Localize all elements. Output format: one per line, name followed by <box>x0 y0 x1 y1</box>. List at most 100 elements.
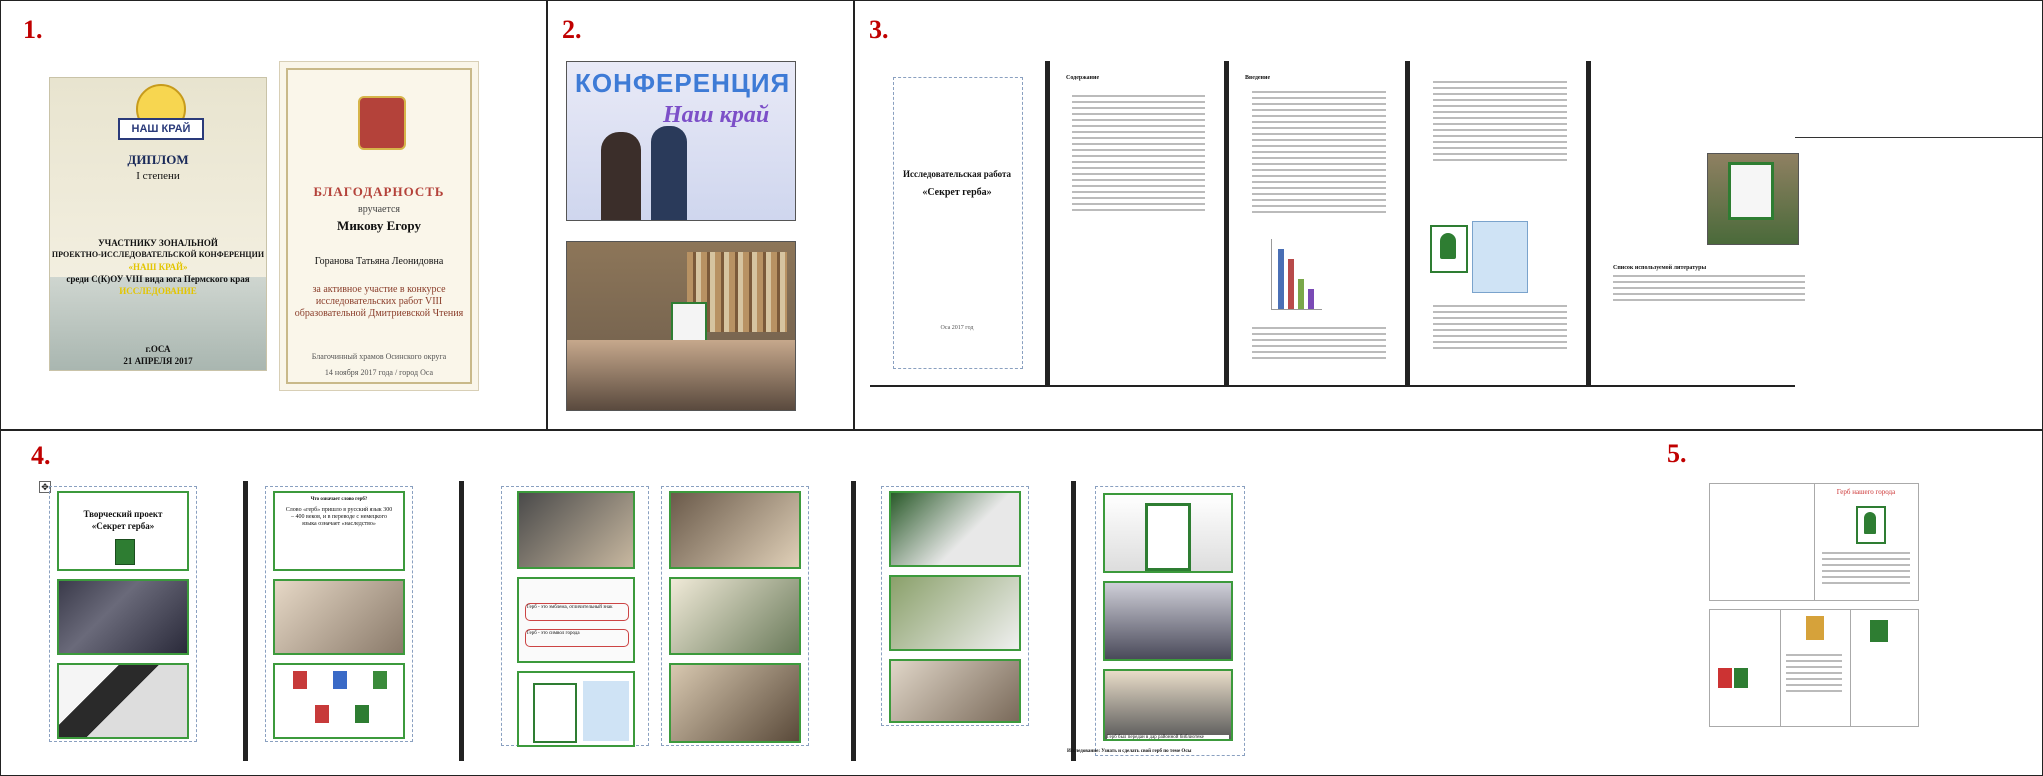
gratitude-dean: Благочинный храмов Осинского округа <box>311 352 447 361</box>
diploma-line3: «НАШ КРАЙ» <box>128 262 188 272</box>
gratitude-date: 14 ноября 2017 года / город Оса <box>324 368 434 377</box>
poster-top-lines <box>1822 548 1910 588</box>
diploma-line2: ПРОЕКТНО-ИССЛЕДОВАТЕЛЬСКОЙ КОНФЕРЕНЦИИ <box>51 250 265 259</box>
crest-5 <box>355 705 369 723</box>
diploma-line4: среди С(К)ОУ VIII вида юга Пермского кра… <box>66 274 250 284</box>
diploma-degree: I степени <box>136 170 180 182</box>
research-intro-page: Введение <box>1231 61 1403 385</box>
slide-crest-photo[interactable] <box>1103 493 1233 573</box>
poster-top: Герб нашего города <box>1709 483 1919 601</box>
person-boy <box>651 126 687 220</box>
slide-photos-8[interactable] <box>889 491 1021 567</box>
slide-crests[interactable] <box>273 663 405 739</box>
slide-divider <box>1071 481 1076 761</box>
literature-lines <box>1613 271 1805 305</box>
slide-crest-large[interactable] <box>517 671 635 747</box>
literature-divider <box>1795 137 2042 138</box>
bar-3 <box>1298 279 1304 309</box>
project-subtitle: «Секрет герба» <box>91 521 155 531</box>
gratitude-teacher: Горанова Татьяна Леонидовна <box>314 256 444 267</box>
page-divider <box>1405 61 1410 385</box>
panel-project-slides: 4. 5. ✥ Творческий проект «Секрет герба»… <box>0 430 2043 776</box>
slide-photos-2[interactable] <box>57 663 189 739</box>
diploma-title: ДИПЛОМ <box>127 152 189 167</box>
info-box <box>1472 221 1528 293</box>
large-crest-icon <box>533 683 577 743</box>
page-strip-bottom-line <box>870 385 1795 387</box>
diploma-line5: ИССЛЕДОВАНИЕ <box>119 286 197 296</box>
conference-banner: КОНФЕРЕНЦИЯ <box>575 68 791 98</box>
conference-banner-2: Наш край <box>663 102 770 128</box>
slide-divider <box>243 481 248 761</box>
diploma-line1: УЧАСТНИКУ ЗОНАЛЬНОЙ <box>98 238 218 248</box>
bar-2 <box>1288 259 1294 309</box>
slide-photos-3[interactable] <box>273 579 405 655</box>
research-subtitle: «Секрет герба» <box>922 187 992 198</box>
panel-diplomas: 1. НАШ КРАЙ ДИПЛОМ I степени УЧАСТНИКУ З… <box>0 0 547 430</box>
crest-4 <box>315 705 329 723</box>
research-title-page: Исследовательская работа «Секрет герба» … <box>871 61 1043 385</box>
slide-divider <box>851 481 856 761</box>
crest-1 <box>293 671 307 689</box>
library-photo <box>566 241 796 411</box>
slide-donation[interactable]: Герб был передан в дар районной библиоте… <box>1103 669 1233 741</box>
gratitude-title: БЛАГОДАРНОСТЬ <box>313 184 445 199</box>
poster-bottom-divider-2 <box>1850 610 1851 726</box>
results-text-lines <box>1432 77 1567 165</box>
info-panel <box>583 681 629 741</box>
bar-1 <box>1278 249 1284 309</box>
slide-photos-4[interactable] <box>517 491 635 569</box>
coat-of-arms-small <box>1430 225 1468 273</box>
slide-group-photo[interactable] <box>1103 581 1233 661</box>
slide-photos-1[interactable] <box>57 579 189 655</box>
diploma-logo-ribbon: НАШ КРАЙ <box>118 118 204 140</box>
section-number-5: 5. <box>1667 439 1687 468</box>
gratitude-crest <box>358 96 406 150</box>
page-divider <box>1224 61 1229 385</box>
section-number-2: 2. <box>562 15 582 44</box>
poster-crest-shield <box>1870 620 1888 642</box>
bar-4 <box>1308 289 1314 309</box>
diploma-city: г.ОСА <box>145 344 171 354</box>
page-divider <box>1045 61 1050 385</box>
slide-photos-5[interactable] <box>669 491 801 569</box>
results-text-lines-2 <box>1432 301 1567 353</box>
research-toc-page: Содержание <box>1052 61 1222 385</box>
gratitude-name: Микову Егору <box>337 218 421 233</box>
slide-title[interactable]: Творческий проект «Секрет герба» <box>57 491 189 571</box>
slide-photos-6[interactable] <box>669 577 801 655</box>
diploma-date: 21 АПРЕЛЯ 2017 <box>123 356 193 366</box>
gratitude-awarded: вручается <box>357 204 401 215</box>
crest-3 <box>373 671 387 689</box>
section-number-3: 3. <box>869 15 889 44</box>
tree-icon <box>1440 233 1456 259</box>
research-literature-page: Список используемой литературы <box>1595 131 1845 311</box>
gratitude-reason: за активное участие в конкурсе исследова… <box>294 284 464 319</box>
poster-crest-green <box>1734 668 1748 688</box>
question-text: Что означает слово герб? <box>310 497 368 502</box>
poster-bottom-divider-1 <box>1780 610 1781 726</box>
slide-photos-10[interactable] <box>889 659 1021 723</box>
diploma-document: НАШ КРАЙ ДИПЛОМ I степени УЧАСТНИКУ ЗОНА… <box>49 77 267 371</box>
slide-photos-9[interactable] <box>889 575 1021 651</box>
gratitude-document: БЛАГОДАРНОСТЬ вручается Микову Егору Гор… <box>279 61 479 391</box>
slide-labels[interactable]: Герб - это эмблема, отличительный знак Г… <box>517 577 635 663</box>
panel-research-pages: 3. Исследовательская работа «Секрет герб… <box>854 0 2043 430</box>
page-divider <box>1586 61 1591 385</box>
poster-bottom <box>1709 609 1919 727</box>
intro-text-lines-2 <box>1251 323 1386 363</box>
toc-title: Содержание <box>1066 75 1100 81</box>
slide-question[interactable]: Что означает слово герб? Слово «герб» пр… <box>273 491 405 571</box>
label-box-2: Герб - это символ города <box>525 629 629 647</box>
bar-chart-thumbnail <box>1271 239 1322 310</box>
slide-photos-7[interactable] <box>669 663 801 743</box>
panel-photos: 2. КОНФЕРЕНЦИЯ Наш край <box>547 0 854 430</box>
section-number-1: 1. <box>23 15 43 44</box>
slide-divider <box>459 481 464 761</box>
poster-crest-gold <box>1806 616 1824 640</box>
research-year: Оса 2017 год <box>940 325 974 331</box>
toc-lines <box>1072 91 1205 215</box>
literature-photo <box>1707 153 1799 245</box>
poster-bottom-lines <box>1786 650 1842 696</box>
group-people <box>567 340 795 410</box>
